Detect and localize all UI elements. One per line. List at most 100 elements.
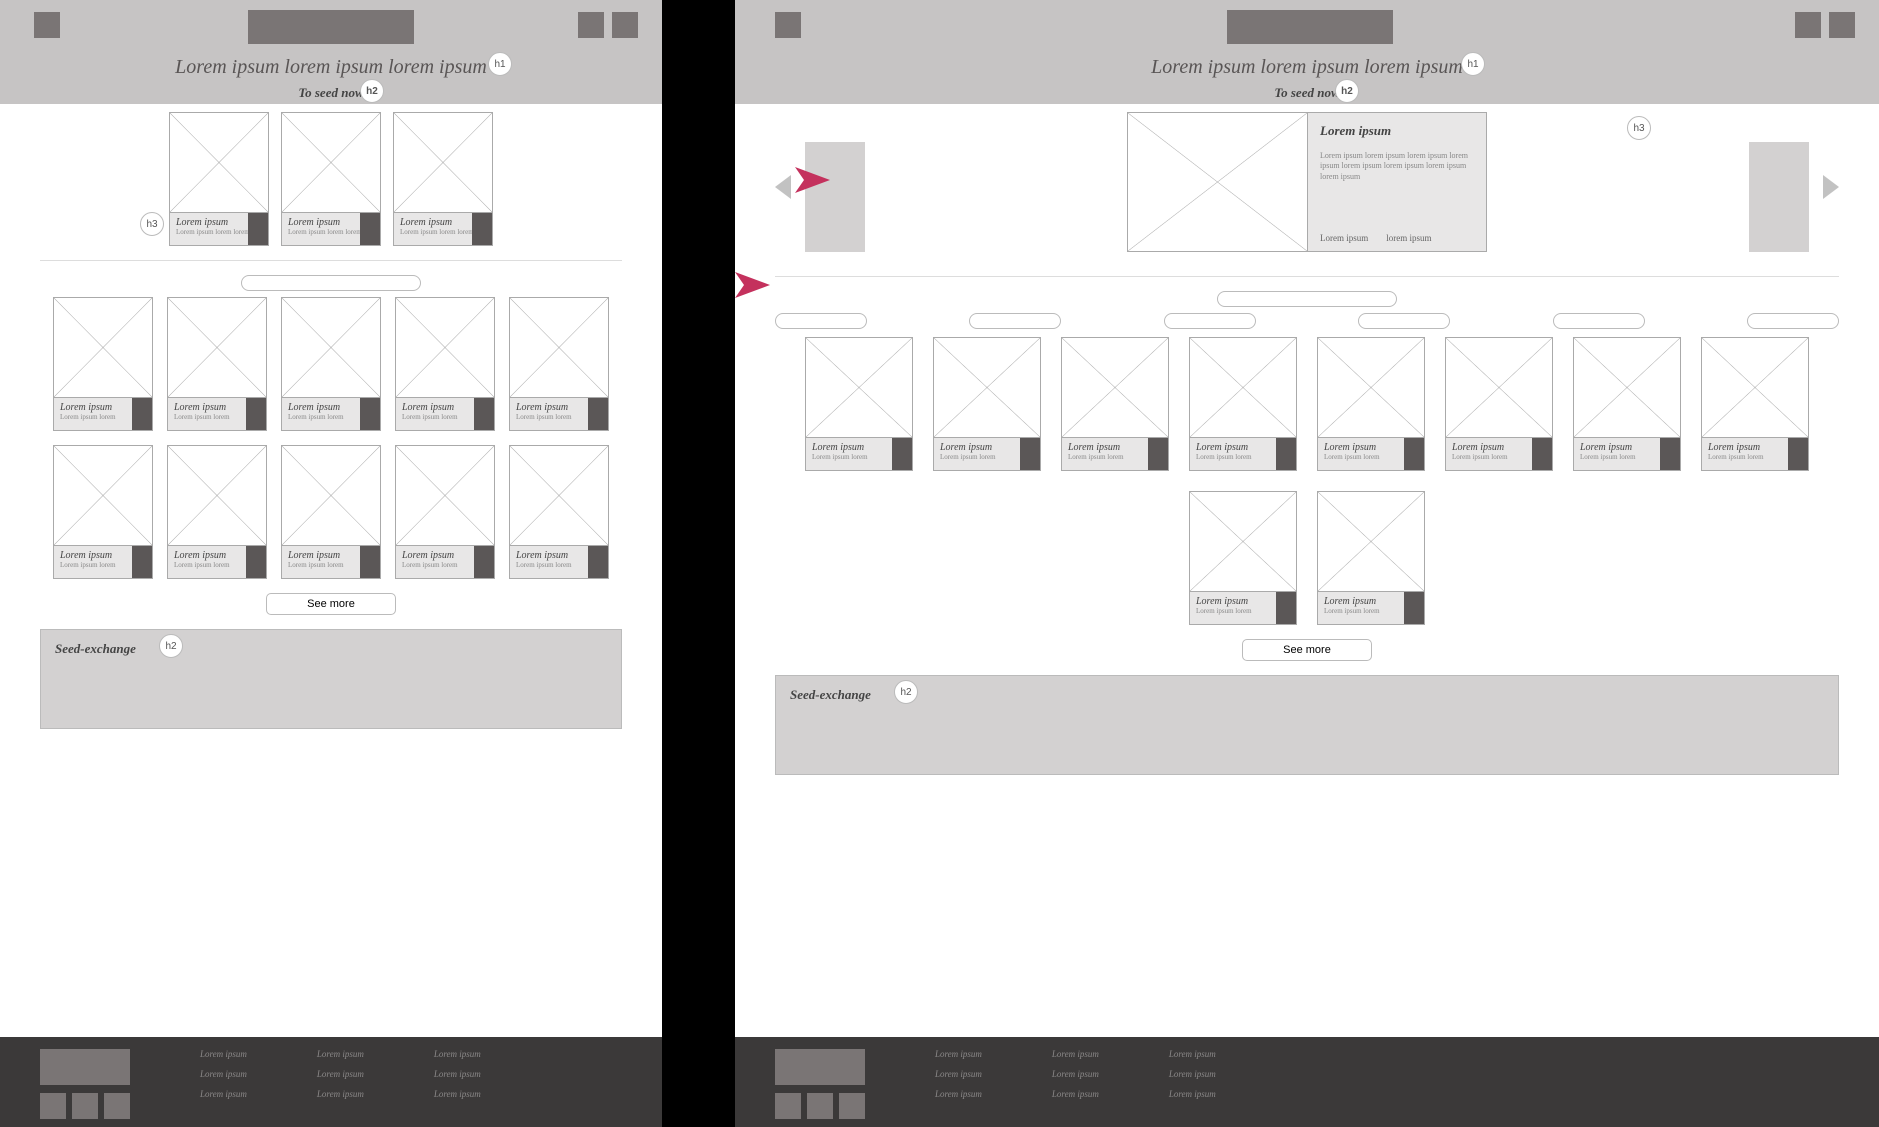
social-icon[interactable] — [40, 1093, 66, 1119]
annotation-arrow-1 — [510, 165, 830, 195]
search-pill[interactable] — [241, 275, 421, 291]
h2-badge: h2 — [894, 680, 918, 704]
header: Lorem ipsum lorem ipsum lorem ipsum h1 T… — [735, 0, 1879, 104]
grid-card[interactable]: Lorem ipsumLorem ipsum lorem — [509, 445, 609, 579]
grid-card[interactable]: Lorem ipsumLorem ipsum lorem — [1573, 337, 1681, 471]
footer-link[interactable]: Lorem ipsum — [317, 1069, 364, 1079]
seed-exchange-section: Seed-exchange h2 — [40, 629, 622, 729]
category-pill-row — [735, 313, 1879, 329]
category-pill[interactable] — [969, 313, 1061, 329]
carousel-peek-right — [1749, 142, 1809, 252]
footer-column: Lorem ipsum Lorem ipsum Lorem ipsum — [200, 1049, 247, 1115]
menu-icon[interactable] — [34, 12, 60, 38]
h3-badge: h3 — [140, 212, 164, 236]
grid-card[interactable]: Lorem ipsumLorem ipsum lorem — [281, 297, 381, 431]
divider — [775, 276, 1839, 277]
logo[interactable] — [1227, 10, 1393, 44]
grid-card[interactable]: Lorem ipsumLorem ipsum lorem — [1061, 337, 1169, 471]
grid-card[interactable]: Lorem ipsumLorem ipsum lorem — [933, 337, 1041, 471]
footer: Lorem ipsumLorem ipsumLorem ipsum Lorem … — [735, 1037, 1879, 1127]
category-pill[interactable] — [1164, 313, 1256, 329]
featured-card[interactable]: Lorem ipsumLorem ipsum lorem lorem — [281, 112, 381, 246]
see-more-button[interactable]: See more — [266, 593, 396, 615]
wireframe-variant-b: Lorem ipsum lorem ipsum lorem ipsum h1 T… — [735, 0, 1879, 1127]
header: Lorem ipsum lorem ipsum lorem ipsum h1 T… — [0, 0, 662, 104]
h2-badge: h2 — [1335, 79, 1359, 103]
product-grid: Lorem ipsumLorem ipsum lorem Lorem ipsum… — [735, 337, 1879, 625]
footer-link[interactable]: Lorem ipsum — [434, 1069, 481, 1079]
grid-card[interactable]: Lorem ipsumLorem ipsum lorem — [395, 445, 495, 579]
image-placeholder — [1128, 113, 1308, 251]
image-placeholder — [394, 113, 492, 213]
h1-badge: h1 — [488, 52, 512, 76]
header-action-2[interactable] — [612, 12, 638, 38]
header-action-1[interactable] — [578, 12, 604, 38]
footer-logo — [40, 1049, 130, 1085]
grid-card[interactable]: Lorem ipsumLorem ipsum lorem — [281, 445, 381, 579]
page-title: Lorem ipsum lorem ipsum lorem ipsum h1 — [0, 56, 662, 79]
hero-title: Lorem ipsum — [1320, 123, 1474, 139]
footer-link[interactable]: Lorem ipsum — [200, 1049, 247, 1059]
grid-card[interactable]: Lorem ipsumLorem ipsum lorem — [1317, 491, 1425, 625]
footer-link[interactable]: Lorem ipsum — [434, 1089, 481, 1099]
category-pill[interactable] — [1553, 313, 1645, 329]
annotation-arrow-2 — [470, 270, 770, 300]
search-pill[interactable] — [1217, 291, 1397, 307]
h2-badge: h2 — [360, 79, 384, 103]
grid-card[interactable]: Lorem ipsumLorem ipsum lorem — [167, 445, 267, 579]
social-icon[interactable] — [775, 1093, 801, 1119]
grid-card[interactable]: Lorem ipsumLorem ipsum lorem — [1189, 491, 1297, 625]
social-icon[interactable] — [104, 1093, 130, 1119]
footer-link[interactable]: Lorem ipsum — [200, 1089, 247, 1099]
grid-card[interactable]: Lorem ipsumLorem ipsum lorem — [509, 297, 609, 431]
card-action-chip[interactable] — [248, 213, 268, 245]
product-grid: Lorem ipsumLorem ipsum lorem Lorem ipsum… — [0, 297, 662, 579]
section-heading-featured: To seed now h2 — [0, 85, 662, 101]
social-icon[interactable] — [807, 1093, 833, 1119]
category-pill[interactable] — [1358, 313, 1450, 329]
grid-card[interactable]: Lorem ipsumLorem ipsum lorem — [1701, 337, 1809, 471]
card-meta: Lorem ipsum Lorem ipsum lorem lorem — [170, 213, 268, 245]
category-pill[interactable] — [775, 313, 867, 329]
h3-badge: h3 — [1627, 116, 1651, 140]
footer-link[interactable]: Lorem ipsum — [317, 1089, 364, 1099]
grid-card[interactable]: Lorem ipsumLorem ipsum lorem — [167, 297, 267, 431]
h2-badge: h2 — [159, 634, 183, 658]
grid-card[interactable]: Lorem ipsumLorem ipsum lorem — [53, 445, 153, 579]
footer-column: Lorem ipsum Lorem ipsum Lorem ipsum — [317, 1049, 364, 1115]
category-pill[interactable] — [1747, 313, 1839, 329]
hero-carousel: Lorem ipsum Lorem ipsum lorem ipsum lore… — [735, 112, 1879, 262]
grid-card[interactable]: Lorem ipsumLorem ipsum lorem — [1317, 337, 1425, 471]
grid-card[interactable]: Lorem ipsumLorem ipsum lorem — [1445, 337, 1553, 471]
section-heading-featured: To seed now h2 — [735, 85, 1879, 101]
menu-icon[interactable] — [775, 12, 801, 38]
grid-card[interactable]: Lorem ipsumLorem ipsum lorem — [805, 337, 913, 471]
logo[interactable] — [248, 10, 414, 44]
see-more-button[interactable]: See more — [1242, 639, 1372, 661]
footer: Lorem ipsum Lorem ipsum Lorem ipsum Lore… — [0, 1037, 662, 1127]
header-action-1[interactable] — [1795, 12, 1821, 38]
footer-link[interactable]: Lorem ipsum — [317, 1049, 364, 1059]
carousel-peek-left — [805, 142, 865, 252]
divider — [40, 260, 622, 261]
footer-link[interactable]: Lorem ipsum — [434, 1049, 481, 1059]
grid-card[interactable]: Lorem ipsumLorem ipsum lorem — [1189, 337, 1297, 471]
image-placeholder — [170, 113, 268, 213]
hero-card[interactable]: Lorem ipsum Lorem ipsum lorem ipsum lore… — [1127, 112, 1487, 252]
social-icon[interactable] — [839, 1093, 865, 1119]
hero-description: Lorem ipsum lorem ipsum lorem ipsum lore… — [1320, 151, 1474, 182]
footer-logo — [775, 1049, 865, 1085]
image-placeholder — [282, 113, 380, 213]
h1-badge: h1 — [1461, 52, 1485, 76]
carousel-next-icon[interactable] — [1823, 175, 1839, 199]
featured-card[interactable]: Lorem ipsum Lorem ipsum lorem lorem — [169, 112, 269, 246]
header-action-2[interactable] — [1829, 12, 1855, 38]
social-icon[interactable] — [72, 1093, 98, 1119]
featured-card[interactable]: Lorem ipsumLorem ipsum lorem lorem — [393, 112, 493, 246]
seed-exchange-section: Seed-exchange h2 — [775, 675, 1839, 775]
grid-card[interactable]: Lorem ipsumLorem ipsum lorem — [395, 297, 495, 431]
hero-tags: Lorem ipsum lorem ipsum — [1320, 233, 1432, 243]
footer-link[interactable]: Lorem ipsum — [200, 1069, 247, 1079]
page-title: Lorem ipsum lorem ipsum lorem ipsum h1 — [735, 56, 1879, 79]
grid-card[interactable]: Lorem ipsumLorem ipsum lorem — [53, 297, 153, 431]
